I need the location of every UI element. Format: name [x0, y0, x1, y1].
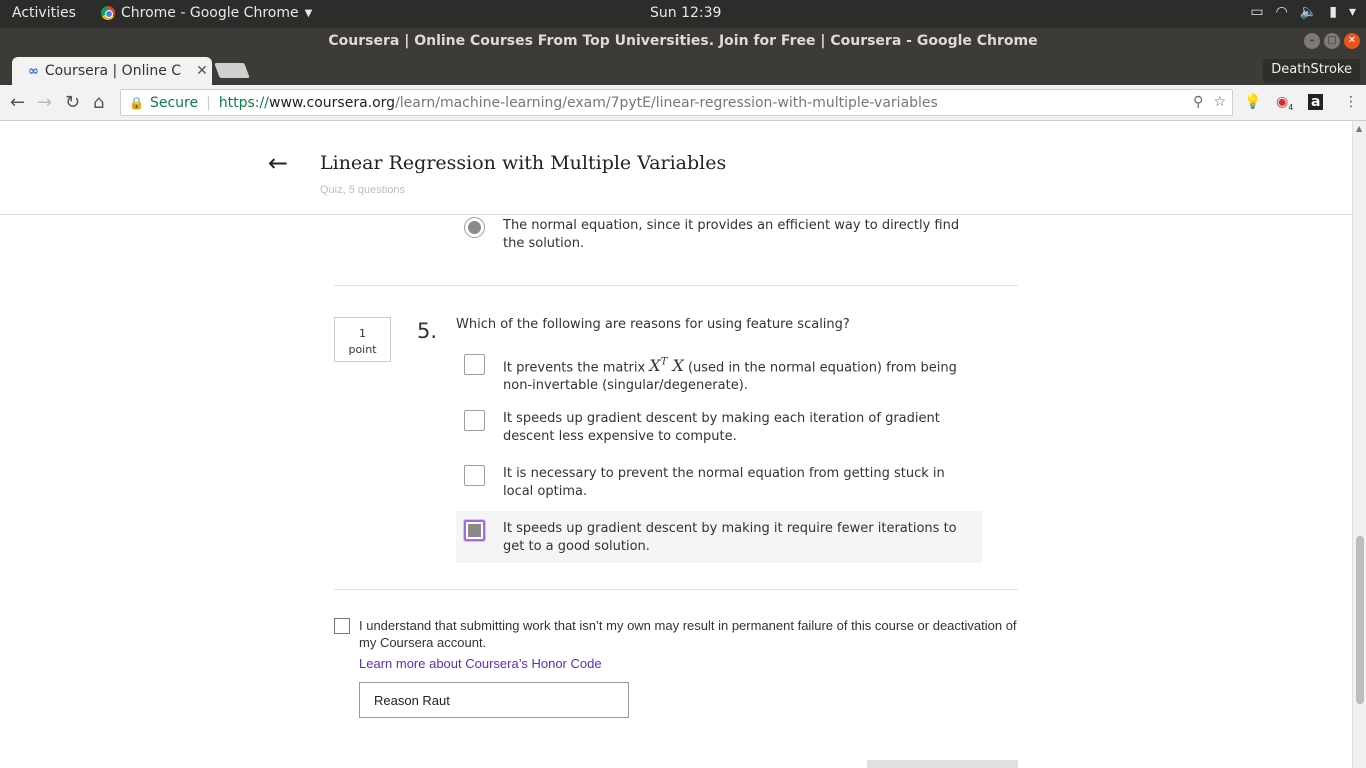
option-4[interactable]: It speeds up gradient descent by making … [464, 520, 984, 560]
close-window-button[interactable]: ✕ [1344, 33, 1360, 49]
wifi-icon[interactable]: ◠ [1276, 4, 1288, 20]
radio-selected[interactable] [464, 217, 485, 238]
minimize-button[interactable]: – [1304, 33, 1320, 49]
lock-icon: 🔒 [129, 95, 144, 110]
window-title: Coursera | Online Courses From Top Unive… [328, 33, 1038, 49]
chevron-down-icon: ▼ [304, 7, 313, 19]
window-title-bar: Coursera | Online Courses From Top Unive… [0, 28, 1366, 55]
window-controls: – □ ✕ [1304, 33, 1360, 49]
honor-code-checkbox[interactable] [334, 618, 350, 634]
previous-question-option[interactable]: The normal equation, since it provides a… [464, 217, 984, 257]
math-expression: XT X [649, 356, 684, 375]
option-label: The normal equation, since it provides a… [503, 218, 960, 251]
tab-label: Coursera | Online C [44, 63, 182, 79]
option-label: It speeds up gradient descent by making … [503, 521, 957, 554]
url-path: /learn/machine-learning/exam/7pytE/linea… [395, 94, 938, 111]
secure-label: Secure [149, 94, 199, 111]
quiz-header: ← Linear Regression with Multiple Variab… [0, 121, 1352, 215]
submit-button[interactable] [867, 760, 1018, 768]
home-icon[interactable]: ⌂ [93, 92, 104, 113]
scrollbar-thumb[interactable] [1356, 536, 1364, 704]
quiz-title: Linear Regression with Multiple Variable… [320, 152, 727, 174]
omnibox-actions: ⚲ ☆ [1193, 94, 1226, 110]
browser-toolbar: ← → ↻ ⌂ 🔒 Secure | https:// www.coursera… [0, 85, 1366, 121]
coursera-favicon-icon: ∞ [28, 63, 39, 79]
option-3[interactable]: It is necessary to prevent the normal eq… [464, 465, 984, 505]
option-label: It prevents the matrix XT X (used in the… [503, 354, 973, 395]
extension-badge: 4 [1288, 102, 1294, 112]
option-label: It speeds up gradient descent by making … [503, 411, 940, 444]
points-box: 1 point [334, 317, 391, 362]
option-1[interactable]: It prevents the matrix XT X (used in the… [464, 354, 984, 394]
extension-red-icon[interactable]: ◉4 [1276, 94, 1293, 112]
option-label: It is necessary to prevent the normal eq… [503, 466, 945, 499]
scroll-up-icon[interactable]: ▲ [1356, 124, 1362, 133]
page-scrollbar[interactable]: ▲ [1352, 121, 1366, 768]
checkbox[interactable] [464, 354, 485, 375]
system-top-bar: Activities Chrome - Google Chrome ▼ Sun … [0, 0, 1366, 28]
chrome-icon [101, 6, 115, 20]
question-number: 5. [417, 319, 438, 343]
new-tab-button[interactable] [214, 63, 250, 78]
checkbox[interactable] [464, 465, 485, 486]
checkbox-checked[interactable] [464, 520, 485, 541]
tab-strip: ∞ Coursera | Online C ✕ DeathStroke [0, 55, 1366, 85]
volume-icon[interactable]: 🔈 [1300, 4, 1317, 20]
points-label: point [348, 343, 377, 356]
lightbulb-extension-icon[interactable]: 💡 [1244, 94, 1261, 110]
profile-button[interactable]: DeathStroke [1263, 59, 1360, 83]
url-scheme: https:// [218, 94, 269, 111]
option-2[interactable]: It speeds up gradient descent by making … [464, 410, 984, 450]
back-icon[interactable]: ← [10, 92, 25, 113]
separator: | [206, 94, 211, 111]
divider [334, 589, 1018, 590]
amazon-extension-icon[interactable]: a [1308, 94, 1324, 110]
option-text-before: It prevents the matrix [503, 360, 650, 376]
activities-button[interactable]: Activities [12, 5, 76, 21]
app-menu-label: Chrome - Google Chrome [121, 5, 299, 21]
app-menu[interactable]: Chrome - Google Chrome ▼ [101, 5, 312, 21]
honor-code-link[interactable]: Learn more about Coursera’s Honor Code [359, 656, 602, 671]
page-content: The normal equation, since it provides a… [0, 121, 1352, 768]
legal-name-input[interactable] [359, 682, 629, 718]
close-tab-icon[interactable]: ✕ [192, 63, 212, 79]
screen-icon[interactable]: ▭ [1250, 4, 1263, 20]
math-base: X [649, 356, 661, 376]
bookmark-star-icon[interactable]: ☆ [1213, 94, 1226, 110]
back-arrow-icon[interactable]: ← [268, 149, 288, 177]
divider [334, 285, 1018, 286]
chevron-down-icon[interactable]: ▾ [1349, 4, 1356, 20]
battery-icon[interactable]: ▮ [1329, 4, 1337, 20]
system-tray[interactable]: ▭ ◠ 🔈 ▮ ▾ [1250, 4, 1356, 20]
points-value: 1 [359, 327, 366, 340]
url-domain: www.coursera.org [269, 94, 396, 111]
math-superscript: T [660, 357, 668, 368]
clock[interactable]: Sun 12:39 [650, 5, 721, 21]
reload-icon[interactable]: ↻ [65, 92, 80, 113]
quiz-subtitle: Quiz, 5 questions [320, 184, 405, 196]
menu-kebab-icon[interactable]: ⋮ [1344, 94, 1358, 110]
math-after: X [672, 356, 684, 376]
zoom-icon[interactable]: ⚲ [1193, 94, 1203, 110]
checkbox[interactable] [464, 410, 485, 431]
address-bar[interactable]: 🔒 Secure | https:// www.coursera.org /le… [120, 89, 1233, 116]
forward-icon[interactable]: → [37, 92, 52, 113]
honor-code-statement: I understand that submitting work that i… [359, 618, 1017, 650]
question-text: Which of the following are reasons for u… [456, 317, 850, 332]
tab-coursera[interactable]: ∞ Coursera | Online C ✕ [12, 57, 212, 85]
maximize-button[interactable]: □ [1324, 33, 1340, 49]
